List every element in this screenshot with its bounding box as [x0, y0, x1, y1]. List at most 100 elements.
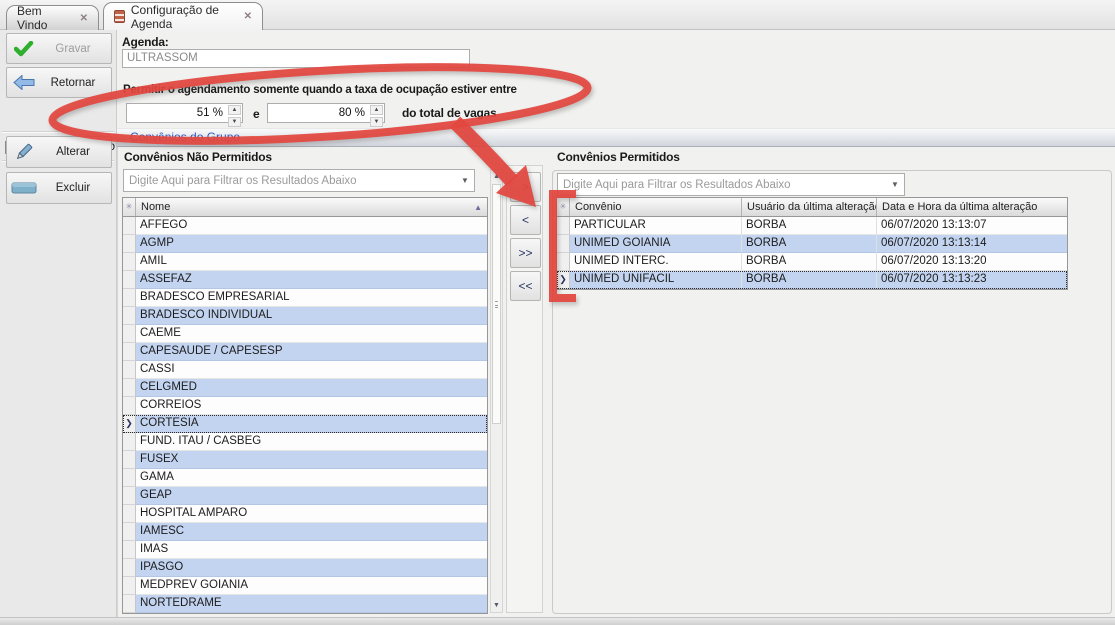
cell-convenio: PARTICULAR [570, 217, 742, 235]
row-indicator [123, 433, 136, 451]
tab-convenios-do-grupo[interactable]: Convênios do Grupo [130, 129, 240, 147]
column-header-usuario[interactable]: Usuário da última alteração [742, 198, 877, 216]
cell-data-hora: 06/07/2020 13:13:14 [877, 235, 1067, 253]
pencil-icon [7, 142, 41, 162]
delete-button[interactable]: Excluir [6, 172, 112, 204]
close-icon[interactable]: ✕ [244, 11, 252, 22]
edit-button[interactable]: Alterar [6, 136, 112, 168]
table-row[interactable]: UNIMED GOIANIABORBA06/07/2020 13:13:14 [557, 235, 1067, 253]
chevron-down-icon[interactable]: ▼ [456, 176, 474, 185]
right-table-header: ✳ Convênio Usuário da última alteração D… [557, 198, 1067, 217]
row-indicator [123, 577, 136, 595]
table-row[interactable]: CAEME [123, 325, 487, 343]
cell-usuario: BORBA [742, 235, 877, 253]
row-label: IPASGO [136, 559, 487, 577]
table-row[interactable]: ❯UNIMED UNIFACILBORBA06/07/2020 13:13:23 [557, 271, 1067, 289]
table-row[interactable]: GAMA [123, 469, 487, 487]
table-row[interactable]: CAPESAUDE / CAPESESP [123, 343, 487, 361]
table-row[interactable]: HOSPITAL AMPARO [123, 505, 487, 523]
move-right-button[interactable]: > [510, 172, 541, 202]
scroll-up-icon[interactable]: ▲ [491, 170, 502, 183]
left-panel-title: Convênios Não Permitidos [124, 150, 272, 164]
close-icon[interactable]: ✕ [80, 13, 88, 24]
row-indicator [123, 307, 136, 325]
max-occupancy-spinner[interactable]: 80 % ▲ ▼ [267, 103, 385, 123]
table-row[interactable]: FUSEX [123, 451, 487, 469]
table-row[interactable]: IAMESC [123, 523, 487, 541]
save-button-label: Gravar [41, 43, 111, 55]
chevron-down-icon[interactable]: ▼ [886, 180, 904, 189]
column-header-data-hora[interactable]: Data e Hora da última alteração [877, 198, 1067, 216]
row-label: BRADESCO INDIVIDUAL [136, 307, 487, 325]
table-row[interactable]: IMAS [123, 541, 487, 559]
row-indicator [123, 505, 136, 523]
spinner-buttons: ▲ ▼ [227, 104, 242, 122]
left-table-scrollbar[interactable]: ▲ ▼ [490, 169, 503, 613]
table-row[interactable]: BRADESCO INDIVIDUAL [123, 307, 487, 325]
table-row[interactable]: MEDPREV GOIANIA [123, 577, 487, 595]
row-indicator [123, 523, 136, 541]
agenda-doc-icon [114, 10, 125, 23]
spin-up-icon[interactable]: ▲ [228, 105, 241, 115]
left-filter-placeholder: Digite Aqui para Filtrar os Resultados A… [124, 175, 456, 187]
arrow-left-icon [7, 75, 41, 90]
save-button[interactable]: Gravar [6, 33, 112, 64]
table-row[interactable]: UNIMED INTERC.BORBA06/07/2020 13:13:20 [557, 253, 1067, 271]
cell-usuario: BORBA [742, 271, 877, 289]
sort-asc-icon[interactable]: ▲ [474, 203, 482, 212]
tab-bem-vindo[interactable]: Bem Vindo ✕ [6, 5, 99, 30]
tab-configuracao-de-agenda[interactable]: Configuração de Agenda ✕ [103, 2, 263, 30]
right-filter-combo[interactable]: Digite Aqui para Filtrar os Resultados A… [557, 173, 905, 196]
row-label: CAPESAUDE / CAPESESP [136, 343, 487, 361]
spin-down-icon[interactable]: ▼ [370, 117, 383, 127]
check-icon [7, 41, 41, 57]
row-label: CORTESIA [136, 415, 487, 433]
column-header-nome[interactable]: Nome ▲ [136, 198, 487, 216]
row-indicator: ❯ [123, 415, 136, 433]
tab-label: Bem Vindo [17, 4, 74, 32]
row-label: FUND. ITAU / CASBEG [136, 433, 487, 451]
move-all-right-button[interactable]: >> [510, 238, 541, 268]
move-all-left-button[interactable]: << [510, 271, 541, 301]
scrollbar-thumb[interactable] [492, 184, 501, 424]
table-row[interactable]: PARTICULARBORBA06/07/2020 13:13:07 [557, 217, 1067, 235]
row-label: NORTEDRAME [136, 595, 487, 613]
table-row[interactable]: ❯CORTESIA [123, 415, 487, 433]
left-filter-combo[interactable]: Digite Aqui para Filtrar os Resultados A… [123, 169, 475, 192]
agenda-input[interactable]: ULTRASSOM [122, 49, 470, 68]
scroll-down-icon[interactable]: ▼ [491, 599, 502, 612]
table-row[interactable]: CASSI [123, 361, 487, 379]
table-row[interactable]: NORTEDRAME [123, 595, 487, 613]
row-indicator [557, 253, 570, 271]
table-row[interactable]: ASSEFAZ [123, 271, 487, 289]
table-row[interactable]: AGMP [123, 235, 487, 253]
row-label: IMAS [136, 541, 487, 559]
table-row[interactable]: AMIL [123, 253, 487, 271]
min-occupancy-spinner[interactable]: 51 % ▲ ▼ [126, 103, 243, 123]
table-row[interactable]: GEAP [123, 487, 487, 505]
row-label: CASSI [136, 361, 487, 379]
max-occupancy-value[interactable]: 80 % [268, 104, 369, 122]
row-label: AMIL [136, 253, 487, 271]
return-button-label: Retornar [41, 77, 111, 89]
app-window: Bem Vindo ✕ Configuração de Agenda ✕ Gra… [0, 0, 1115, 625]
sidebar: Gravar Retornar Cadastro Contínuo Altera… [0, 30, 117, 617]
move-left-button[interactable]: < [510, 205, 541, 235]
table-row[interactable]: IPASGO [123, 559, 487, 577]
table-row[interactable]: FUND. ITAU / CASBEG [123, 433, 487, 451]
return-button[interactable]: Retornar [6, 67, 112, 98]
row-label: BRADESCO EMPRESARIAL [136, 289, 487, 307]
spin-up-icon[interactable]: ▲ [370, 105, 383, 115]
cell-convenio: UNIMED UNIFACIL [570, 271, 742, 289]
row-indicator [557, 235, 570, 253]
table-row[interactable]: CELGMED [123, 379, 487, 397]
table-row[interactable]: CORREIOS [123, 397, 487, 415]
min-occupancy-value[interactable]: 51 % [127, 104, 227, 122]
left-table-header: ✳ Nome ▲ [123, 198, 487, 217]
group-strip [117, 128, 1115, 147]
row-label: CAEME [136, 325, 487, 343]
table-row[interactable]: BRADESCO EMPRESARIAL [123, 289, 487, 307]
table-row[interactable]: AFFEGO [123, 217, 487, 235]
spin-down-icon[interactable]: ▼ [228, 117, 241, 127]
column-header-convenio[interactable]: Convênio [570, 198, 742, 216]
